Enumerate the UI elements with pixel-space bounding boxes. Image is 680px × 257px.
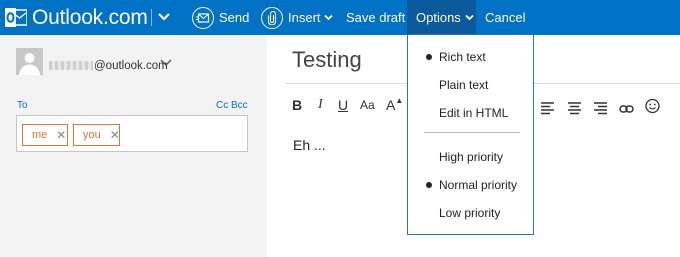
grow-font-icon[interactable]: A ▲ — [386, 96, 403, 114]
chevron-down-icon — [465, 14, 474, 21]
cancel-button[interactable]: Cancel — [485, 0, 525, 35]
menu-item-label: High priority — [439, 150, 504, 164]
underline-button[interactable]: U — [338, 96, 348, 114]
message-body[interactable]: Eh ... — [293, 137, 326, 153]
menu-item-label: Plain text — [439, 78, 489, 92]
options-button[interactable]: Options — [416, 0, 474, 35]
email-domain: @outlook.com — [94, 60, 168, 72]
avatar[interactable] — [16, 48, 43, 75]
link-icon[interactable] — [619, 100, 634, 118]
selected-bullet-icon — [426, 54, 432, 60]
save-draft-button[interactable]: Save draft — [346, 0, 405, 35]
chevron-down-icon — [323, 14, 333, 21]
send-button[interactable]: Send — [192, 0, 249, 35]
brand-separator — [151, 9, 152, 26]
subject-field[interactable]: Testing — [292, 47, 362, 73]
align-center-icon[interactable] — [568, 99, 581, 117]
align-left-icon[interactable] — [541, 99, 554, 117]
menu-item-label: Normal priority — [439, 178, 518, 192]
outlook-logo-icon[interactable] — [5, 7, 28, 28]
account-chevron-down-icon[interactable] — [160, 58, 172, 68]
person-icon — [19, 53, 40, 75]
paperclip-icon — [261, 6, 283, 29]
send-label: Send — [219, 10, 250, 25]
menu-item-label: Rich text — [439, 50, 486, 64]
insert-label: Insert — [288, 10, 321, 25]
send-icon — [192, 6, 214, 29]
save-draft-label: Save draft — [346, 10, 406, 25]
italic-button[interactable]: I — [318, 96, 323, 114]
insert-button[interactable]: Insert — [261, 0, 333, 35]
menu-item-label: Low priority — [439, 206, 501, 220]
options-label: Options — [416, 10, 461, 25]
emoji-icon[interactable] — [645, 97, 660, 115]
menu-item-label: Edit in HTML — [439, 106, 509, 120]
recipient-chip[interactable]: you ✕ — [73, 124, 120, 146]
to-field[interactable]: me ✕ you ✕ — [16, 115, 248, 152]
menu-divider — [424, 132, 520, 133]
recipient-chip[interactable]: me ✕ — [22, 124, 68, 146]
bold-button[interactable]: B — [292, 96, 302, 114]
options-dropdown-menu: Rich text Plain text Edit in HTML High p… — [407, 34, 534, 235]
account-email: @outlook.com — [49, 60, 168, 72]
recipient-name: you — [83, 129, 101, 141]
cancel-label: Cancel — [485, 10, 526, 25]
remove-recipient-icon[interactable]: ✕ — [56, 128, 66, 142]
to-label[interactable]: To — [17, 100, 28, 111]
cc-bcc-link[interactable]: Cc Bcc — [216, 100, 248, 111]
align-right-icon[interactable] — [594, 99, 607, 117]
remove-recipient-icon[interactable]: ✕ — [110, 128, 120, 142]
redacted-username — [49, 61, 93, 71]
top-bar: Outlook.com Send Insert Save draft Optio… — [0, 0, 680, 35]
recipients-pane: @outlook.com To Cc Bcc me ✕ you ✕ — [0, 35, 267, 257]
recipient-name: me — [32, 129, 48, 141]
brand-name[interactable]: Outlook.com — [32, 0, 148, 35]
app-switcher-chevron-icon[interactable] — [157, 10, 171, 24]
selected-bullet-icon — [426, 182, 432, 188]
font-size-button[interactable]: Aa — [360, 96, 375, 114]
